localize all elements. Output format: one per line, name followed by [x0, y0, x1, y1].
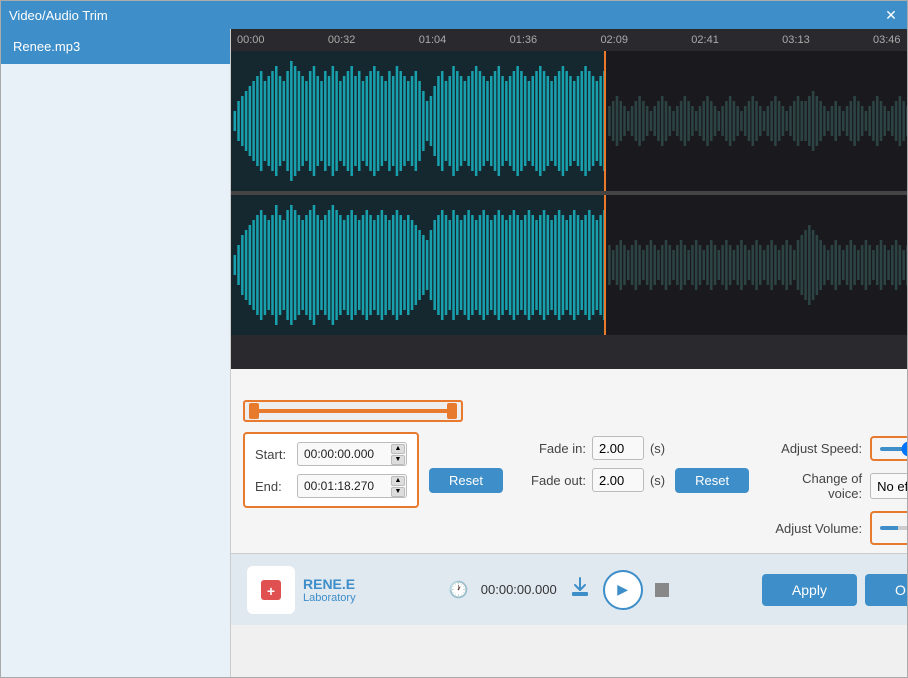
end-label: End: [255, 479, 297, 494]
voice-select-wrap: No effect Robot Chipmunk Deep Voice ▼ [870, 473, 907, 499]
start-row: Start: ▲ ▼ [255, 442, 407, 466]
start-spin-buttons: ▲ ▼ [391, 444, 405, 465]
timeline-marker-1: 00:32 [328, 34, 419, 46]
trim-slider-container[interactable] [243, 400, 463, 422]
timeline-marker-3: 01:36 [510, 34, 601, 46]
voice-label: Change of voice: [767, 471, 862, 501]
waveform-highlight-top [231, 51, 604, 191]
main-content: Renee.mp3 00:00 00:32 01:04 01:36 02:09 … [1, 29, 907, 677]
waveform-bottom [231, 195, 907, 335]
start-spin-up[interactable]: ▲ [391, 444, 405, 454]
start-end-box: Start: ▲ ▼ End: [243, 432, 419, 508]
bottom-bar: + RENE.E Laboratory 🕐 00:00:00.000 [231, 553, 907, 625]
export-button[interactable] [569, 576, 591, 604]
trim-handle-left[interactable] [249, 403, 259, 419]
clock-icon: 🕐 [449, 580, 469, 600]
fade-out-input[interactable] [592, 468, 644, 492]
fade-in-input[interactable] [592, 436, 644, 460]
volume-row: Adjust Volume: % [767, 511, 907, 545]
volume-control-box: % [870, 511, 907, 545]
start-label: Start: [255, 447, 297, 462]
sidebar: Renee.mp3 [1, 29, 231, 677]
fade-in-unit: (s) [650, 441, 665, 456]
timeline-marker-7: 03:46 [873, 34, 907, 46]
logo-icon: + [247, 566, 295, 614]
timeline-marker-4: 02:09 [600, 34, 691, 46]
fade-reset-button[interactable]: Reset [675, 468, 749, 493]
playhead-bottom [604, 195, 606, 335]
svg-text:+: + [267, 583, 275, 599]
action-buttons: Apply OK Cancel [762, 574, 907, 606]
close-button[interactable]: ✕ [883, 7, 899, 23]
play-button[interactable]: ▶ [603, 570, 643, 610]
trim-track [251, 409, 455, 413]
timeline-marker-2: 01:04 [419, 34, 510, 46]
end-spin-down[interactable]: ▼ [391, 487, 405, 497]
end-row: End: ▲ ▼ [255, 474, 407, 498]
voice-row: Change of voice: No effect Robot Chipmun… [767, 471, 907, 501]
right-controls: Adjust Speed: 1.00 X ▶ Change of voice: [767, 432, 907, 545]
end-spin-up[interactable]: ▲ [391, 476, 405, 486]
voice-select[interactable]: No effect Robot Chipmunk Deep Voice [870, 473, 907, 499]
timeline-marker-6: 03:13 [782, 34, 873, 46]
controls-row: Start: ▲ ▼ End: [243, 432, 907, 545]
end-input-wrap: ▲ ▼ [297, 474, 407, 498]
volume-slider[interactable] [880, 526, 907, 530]
fade-out-row: Fade out: (s) [521, 468, 665, 492]
logo-sub: Laboratory [303, 592, 356, 604]
trim-reset-wrap: Reset [429, 432, 503, 493]
apply-button[interactable]: Apply [762, 574, 857, 606]
main-window: Video/Audio Trim ✕ Renee.mp3 00:00 00:32… [0, 0, 908, 678]
fade-reset-wrap: Reset [675, 432, 749, 493]
fade-out-label: Fade out: [521, 473, 586, 488]
fade-out-unit: (s) [650, 473, 665, 488]
fade-section: Fade in: (s) Fade out: (s) [521, 432, 665, 492]
ok-button[interactable]: OK [865, 574, 907, 606]
duration-row: Duration: 00:01:18.270 [243, 375, 907, 400]
waveform-footer [231, 335, 907, 365]
waveform-top [231, 51, 907, 191]
playhead-top [604, 51, 606, 191]
logo-brand: RENE.E [303, 576, 356, 592]
timeline-header: 00:00 00:32 01:04 01:36 02:09 02:41 03:1… [235, 34, 907, 46]
end-spin-buttons: ▲ ▼ [391, 476, 405, 497]
window-title: Video/Audio Trim [9, 8, 108, 23]
speed-control-box: 1.00 X [870, 436, 907, 461]
logo-area: + RENE.E Laboratory [247, 566, 356, 614]
sidebar-file-item[interactable]: Renee.mp3 [1, 29, 230, 64]
trim-reset-button[interactable]: Reset [429, 468, 503, 493]
trim-handle-right[interactable] [447, 403, 457, 419]
trim-slider-row [243, 400, 907, 422]
timeline-marker-5: 02:41 [691, 34, 782, 46]
speed-label: Adjust Speed: [767, 441, 862, 456]
speed-slider[interactable] [880, 447, 907, 451]
playback-controls: 🕐 00:00:00.000 ▶ [449, 570, 669, 610]
waveform-highlight-bottom [231, 195, 604, 335]
logo-text-wrap: RENE.E Laboratory [303, 576, 356, 604]
start-input-wrap: ▲ ▼ [297, 442, 407, 466]
timeline-marker-0: 00:00 [237, 34, 328, 46]
start-spin-down[interactable]: ▼ [391, 455, 405, 465]
title-bar: Video/Audio Trim ✕ [1, 1, 907, 29]
fade-in-row: Fade in: (s) [521, 436, 665, 460]
speed-row: Adjust Speed: 1.00 X ▶ [767, 436, 907, 461]
fade-in-label: Fade in: [521, 441, 586, 456]
volume-label: Adjust Volume: [767, 521, 862, 536]
playback-time: 00:00:00.000 [481, 582, 557, 597]
stop-button[interactable] [655, 583, 669, 597]
